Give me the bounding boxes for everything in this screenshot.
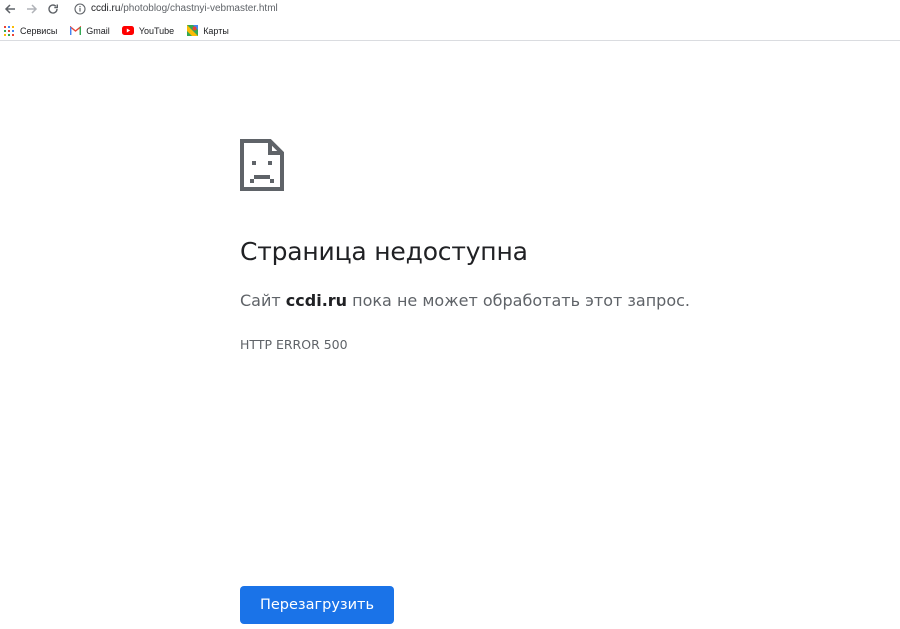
- error-code: HTTP ERROR 500: [240, 337, 348, 352]
- forward-button[interactable]: [24, 1, 40, 17]
- error-description: Сайт ccdi.ru пока не может обработать эт…: [240, 290, 690, 312]
- desc-suffix: пока не может обработать этот запрос.: [347, 291, 690, 310]
- bookmark-label: YouTube: [138, 25, 175, 36]
- apps-grid-icon: [3, 25, 15, 37]
- url-host: ccdi.ru: [91, 3, 121, 14]
- address-bar[interactable]: ccdi.ru/photoblog/chastnyi-vebmaster.htm…: [91, 3, 278, 15]
- reload-button[interactable]: Перезагрузить: [240, 586, 394, 624]
- reload-browser-button[interactable]: [45, 1, 61, 17]
- bookmarks-bar: Сервисы Gmail YouTube Карты: [0, 21, 900, 41]
- gmail-icon: [69, 25, 81, 37]
- forward-arrow-icon: [27, 4, 38, 14]
- url-path: /photoblog/chastnyi-vebmaster.html: [120, 3, 278, 14]
- bookmark-label: Сервисы: [20, 25, 58, 36]
- site-host: ccdi.ru: [285, 291, 348, 310]
- bookmark-services[interactable]: Сервисы: [3, 25, 57, 37]
- back-arrow-icon: [4, 4, 15, 14]
- page-title: Страница недоступна: [240, 237, 528, 266]
- info-icon[interactable]: [74, 3, 86, 15]
- bookmark-label: Карты: [203, 25, 229, 36]
- bookmark-maps[interactable]: Карты: [186, 25, 229, 37]
- back-button[interactable]: [2, 1, 18, 17]
- bookmark-label: Gmail: [86, 25, 110, 36]
- browser-toolbar: ccdi.ru/photoblog/chastnyi-vebmaster.htm…: [0, 0, 900, 20]
- maps-icon: [186, 25, 198, 37]
- refresh-icon: [48, 4, 58, 14]
- sad-document-icon: [240, 139, 284, 191]
- bookmark-youtube[interactable]: YouTube: [121, 25, 175, 37]
- youtube-icon: [121, 25, 134, 37]
- bookmark-gmail[interactable]: Gmail: [69, 25, 110, 37]
- desc-prefix: Сайт: [240, 291, 286, 310]
